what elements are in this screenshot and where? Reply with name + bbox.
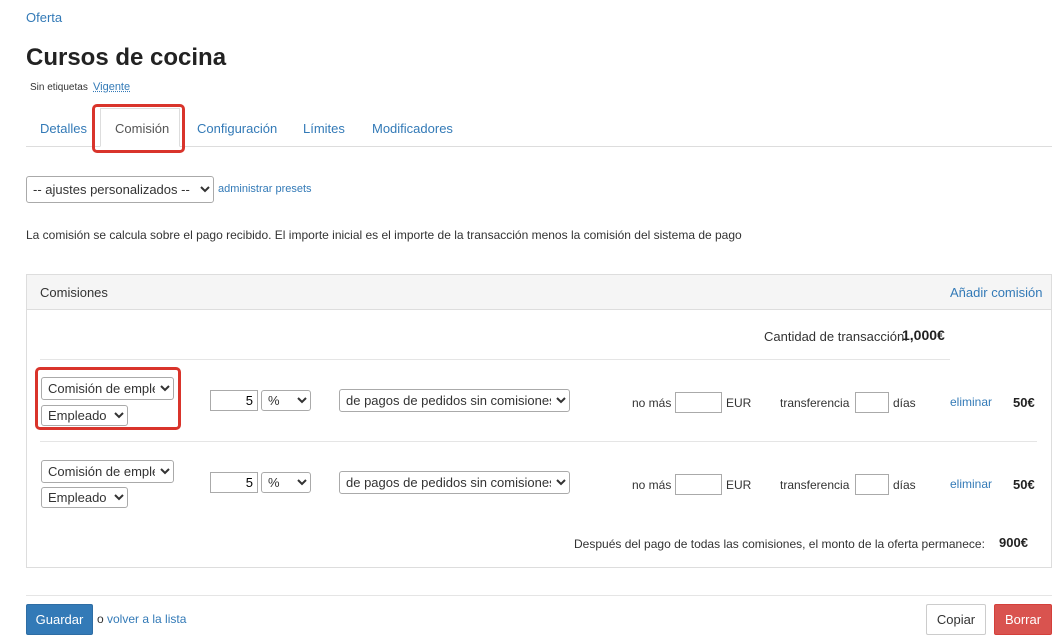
delete-commission-link[interactable]: eliminar	[950, 395, 992, 409]
add-commission-link[interactable]: Añadir comisión	[950, 285, 1043, 300]
remaining-amount-label: Después del pago de todas las comisiones…	[574, 537, 985, 551]
transfer-days-input[interactable]	[855, 392, 889, 413]
tab-details[interactable]: Detalles	[40, 121, 87, 136]
manage-presets-link[interactable]: administrar presets	[218, 183, 312, 195]
delete-button[interactable]: Borrar	[994, 604, 1052, 635]
tab-limits[interactable]: Límites	[303, 121, 345, 136]
panel-header	[27, 275, 1051, 310]
remaining-amount: 900€	[999, 535, 1028, 550]
footer-divider	[26, 595, 1052, 596]
commission-unit-select[interactable]: %	[261, 390, 311, 411]
commission-basis-select[interactable]: de pagos de pedidos sin comisiones	[339, 389, 570, 412]
commission-value-input[interactable]	[210, 390, 258, 411]
panel-heading: Comisiones	[40, 285, 108, 300]
transaction-amount: 1,000€	[902, 327, 945, 343]
transfer-label: transferencia	[780, 396, 850, 410]
max-amount-input[interactable]	[675, 392, 722, 413]
commission-basis-select[interactable]: de pagos de pedidos sin comisiones	[339, 471, 570, 494]
commission-type-select[interactable]: Comisión de empleado	[41, 460, 174, 483]
eur-label: EUR	[726, 396, 752, 410]
save-button[interactable]: Guardar	[26, 604, 93, 635]
transaction-amount-label: Cantidad de transacción:	[764, 329, 908, 344]
days-label: días	[893, 396, 916, 410]
commission-unit-select[interactable]: %	[261, 472, 311, 493]
row-divider	[40, 359, 950, 360]
copy-button[interactable]: Copiar	[926, 604, 986, 635]
commission-description: La comisión se calcula sobre el pago rec…	[26, 228, 742, 242]
preset-select[interactable]: -- ajustes personalizados --	[26, 176, 214, 203]
employee-select[interactable]: Empleado 2	[41, 487, 128, 508]
employee-selects-highlight	[35, 367, 181, 430]
eur-label: EUR	[726, 478, 752, 492]
commission-value-input[interactable]	[210, 472, 258, 493]
no-more-label: no más	[632, 396, 672, 410]
row-divider	[40, 441, 1037, 442]
transfer-days-input[interactable]	[855, 474, 889, 495]
or-label: o	[97, 612, 104, 626]
status-tag[interactable]: Vigente	[93, 81, 130, 93]
no-tags-label: Sin etiquetas	[30, 82, 88, 93]
tab-commission-highlight	[92, 104, 185, 153]
back-to-list-link[interactable]: volver a la lista	[107, 612, 186, 626]
page-title: Cursos de cocina	[26, 44, 227, 71]
breadcrumb-link[interactable]: Oferta	[26, 10, 62, 25]
commission-amount: 50€	[1013, 395, 1035, 410]
days-label: días	[893, 478, 916, 492]
delete-commission-link[interactable]: eliminar	[950, 477, 992, 491]
tab-configuration[interactable]: Configuración	[197, 121, 277, 136]
transfer-label: transferencia	[780, 478, 850, 492]
max-amount-input[interactable]	[675, 474, 722, 495]
tab-modifiers[interactable]: Modificadores	[372, 121, 453, 136]
no-more-label: no más	[632, 478, 672, 492]
commission-amount: 50€	[1013, 477, 1035, 492]
